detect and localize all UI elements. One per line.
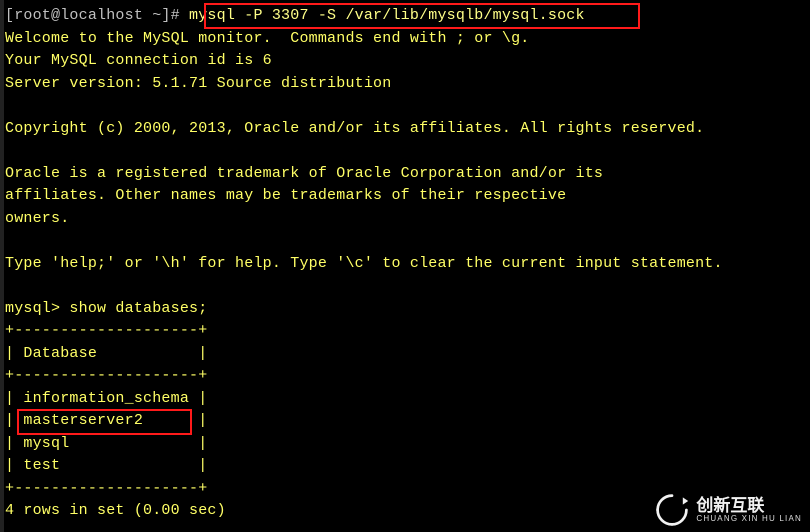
shell-command: mysql -P 3307 -S /var/lib/mysqlb/mysql.s… — [189, 7, 585, 24]
table-row: | test | — [5, 457, 207, 474]
mysql-prompt: mysql> — [5, 300, 60, 317]
table-row: | masterserver2 | — [5, 412, 207, 429]
result-line: 4 rows in set (0.00 sec) — [5, 502, 226, 519]
table-header-row: | Database | — [5, 345, 207, 362]
table-border-mid: +--------------------+ — [5, 367, 207, 384]
watermark-cn: 创新互联 — [696, 497, 802, 514]
mysql-command: show databases; — [69, 300, 207, 317]
welcome-line-2: Server version: 5.1.71 Source distributi… — [5, 75, 391, 92]
watermark-en: CHUANG XIN HU LIAN — [696, 514, 802, 524]
table-border-bottom: +--------------------+ — [5, 480, 207, 497]
watermark: 创新互联 CHUANG XIN HU LIAN — [654, 492, 802, 528]
table-row: | information_schema | — [5, 390, 207, 407]
watermark-text: 创新互联 CHUANG XIN HU LIAN — [696, 497, 802, 524]
window-left-edge — [0, 0, 4, 532]
welcome-line-7: affiliates. Other names may be trademark… — [5, 187, 566, 204]
table-border-top: +--------------------+ — [5, 322, 207, 339]
welcome-line-10: Type 'help;' or '\h' for help. Type '\c'… — [5, 255, 723, 272]
shell-prompt: [root@localhost ~]# — [5, 7, 180, 24]
welcome-line-6: Oracle is a registered trademark of Orac… — [5, 165, 603, 182]
welcome-line-8: owners. — [5, 210, 69, 227]
welcome-line-1: Your MySQL connection id is 6 — [5, 52, 272, 69]
table-row: | mysql | — [5, 435, 207, 452]
watermark-logo-icon — [654, 492, 690, 528]
welcome-line-4: Copyright (c) 2000, 2013, Oracle and/or … — [5, 120, 704, 137]
welcome-line-0: Welcome to the MySQL monitor. Commands e… — [5, 30, 529, 47]
terminal-output[interactable]: [root@localhost ~]# mysql -P 3307 -S /va… — [0, 0, 810, 532]
